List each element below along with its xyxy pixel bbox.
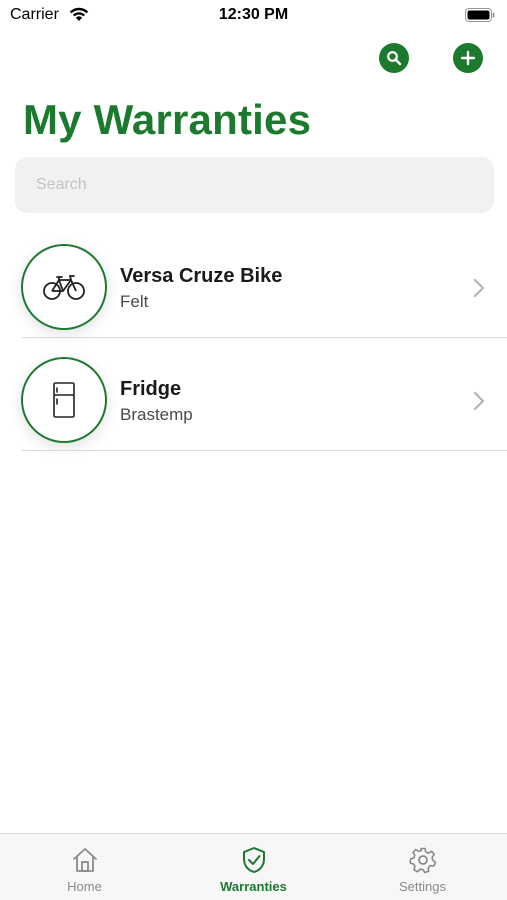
add-warranty-button[interactable] [453, 43, 483, 73]
bicycle-icon [43, 275, 85, 300]
shield-check-icon [242, 847, 265, 873]
page-title: My Warranties [23, 96, 312, 143]
tab-label: Settings [399, 879, 446, 894]
chevron-right-icon [473, 391, 485, 411]
search-input[interactable] [15, 157, 494, 213]
divider [22, 450, 507, 451]
search-button[interactable] [379, 43, 409, 73]
gear-icon [408, 847, 436, 874]
item-brand: Felt [120, 292, 149, 311]
chevron-right-icon [473, 278, 485, 298]
tab-home[interactable]: Home [0, 834, 169, 900]
tab-warranties[interactable]: Warranties [169, 834, 338, 900]
clock: 12:30 PM [218, 6, 289, 23]
plus-icon [460, 50, 476, 66]
fridge-icon [53, 382, 75, 418]
warranty-row-bike[interactable]: Versa Cruze Bike Felt [0, 225, 507, 338]
tab-bar: Home Warranties Settings [0, 833, 507, 900]
status-bar: Carrier 12:30 PM [0, 0, 507, 32]
search-icon [387, 51, 402, 66]
item-brand: Brastemp [120, 405, 193, 424]
tab-settings[interactable]: Settings [338, 834, 507, 900]
battery-icon [465, 8, 495, 22]
warranty-row-fridge[interactable]: Fridge Brastemp [0, 338, 507, 451]
item-name: Versa Cruze Bike [120, 265, 283, 287]
home-icon [72, 848, 97, 872]
item-avatar [21, 357, 107, 443]
item-avatar [21, 244, 107, 330]
item-name: Fridge [120, 378, 182, 400]
tab-label: Home [67, 879, 102, 894]
tab-label: Warranties [220, 879, 287, 894]
